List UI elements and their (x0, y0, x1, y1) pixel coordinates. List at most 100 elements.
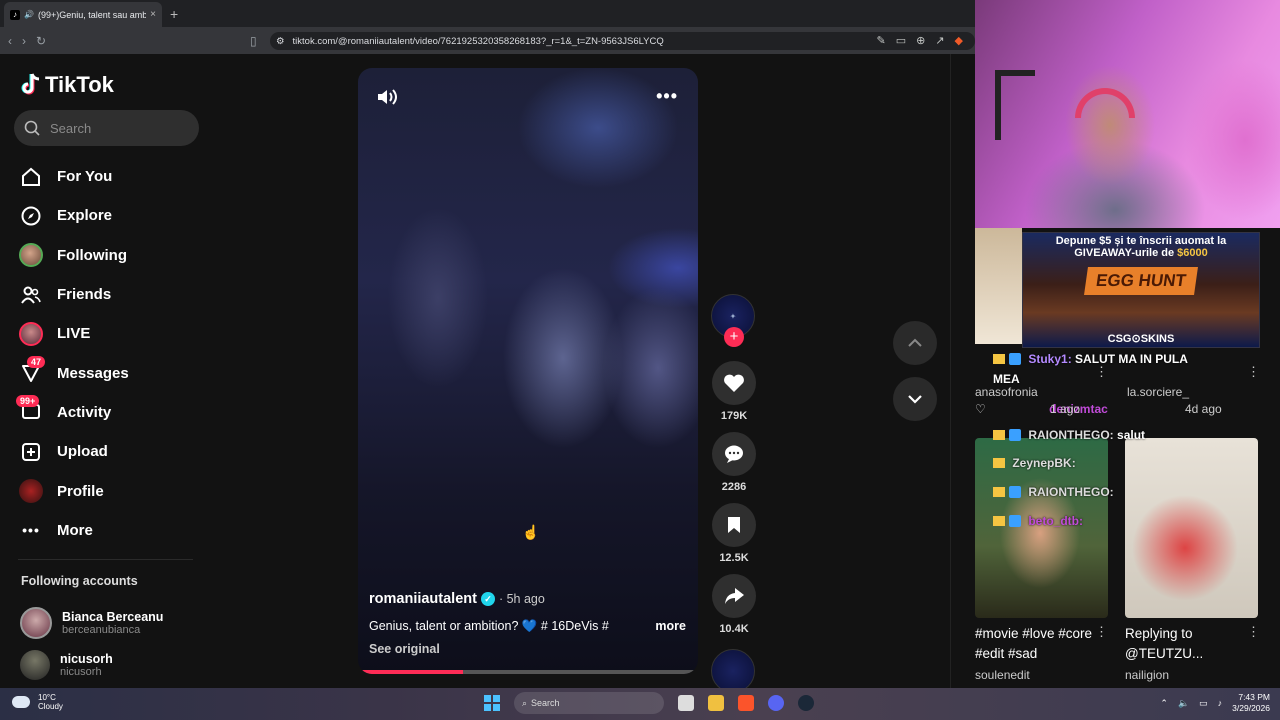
nav-friends[interactable]: Friends (18, 275, 208, 314)
discord-icon[interactable] (768, 695, 784, 711)
reload-icon[interactable]: ↻ (36, 34, 46, 48)
following-account[interactable]: nicusorh nicusorh (20, 644, 163, 686)
follow-plus-button[interactable]: + (724, 327, 744, 347)
steam-icon[interactable] (798, 695, 814, 711)
nav-label: Explore (57, 207, 113, 225)
chat-text: SALUT MA IN PULA (1075, 352, 1188, 366)
hand-cursor-icon: ☝ (522, 524, 540, 540)
forward-icon[interactable]: › (22, 34, 26, 48)
heart-outline-icon[interactable]: ♡ (975, 402, 986, 416)
feed-thumbnail[interactable] (1125, 438, 1258, 618)
feed-user[interactable]: la.sorciere_ (1127, 385, 1189, 399)
nav-activity[interactable]: 99+ Activity (16, 393, 208, 432)
windows-start-icon[interactable] (484, 695, 500, 711)
more-options-icon[interactable]: ⋮ (1247, 624, 1260, 640)
translate-icon[interactable]: ✎ (876, 34, 885, 47)
nav-live[interactable]: LIVE (18, 314, 208, 353)
microphone-arm-icon (995, 70, 1035, 140)
address-bar[interactable]: ⚙ tiktok.com/@romaniiautalent/video/7621… (270, 32, 975, 50)
feed-caption[interactable]: #movie #love #core #edit #sad (975, 624, 1100, 664)
new-tab-button[interactable]: + (170, 2, 178, 27)
tiktok-logo[interactable]: TikTok (21, 72, 114, 98)
sub-badge-icon (1009, 515, 1021, 527)
more-options-icon[interactable]: ⋮ (1247, 364, 1260, 380)
avatar-logo-icon: ✦ (729, 311, 737, 321)
file-explorer-icon[interactable] (708, 695, 724, 711)
feed-user[interactable]: soulenedit (975, 668, 1030, 682)
browser-tab[interactable]: ♪ 🔊 (99+)Geniu, talent sau ambiț × (4, 2, 162, 27)
like-count: 179K (720, 410, 748, 422)
tab-close-icon[interactable]: × (150, 9, 156, 20)
brave-shield-icon[interactable]: ◆ (955, 34, 963, 47)
chat-message: RAIONTHEGO: salut (993, 428, 1145, 442)
network-icon[interactable]: ▭ (1199, 698, 1208, 709)
clock[interactable]: 7:43 PM 3/29/2026 (1232, 692, 1270, 714)
task-view-icon[interactable] (678, 695, 694, 711)
search-input[interactable]: Search (14, 110, 199, 146)
feed-like-row: ♡ denizmtac (975, 402, 1108, 416)
share-button[interactable] (712, 574, 756, 618)
video-actions: ✦ + 179K 2286 12.5K 10.4K (711, 294, 757, 693)
nav-label: Messages (57, 364, 129, 382)
nav-profile[interactable]: Profile (18, 471, 208, 510)
tray-chevron-icon[interactable]: ⌃ (1160, 698, 1168, 709)
account-handle: berceanubianca (62, 624, 141, 636)
zoom-icon[interactable]: ⊕ (916, 34, 925, 47)
nav-following[interactable]: Following (18, 236, 208, 275)
nav-messages[interactable]: 47 Messages (18, 353, 208, 392)
account-name: Bianca Berceanu (62, 610, 164, 624)
comment-button[interactable] (712, 432, 756, 476)
bookmark-icon (728, 517, 740, 533)
more-options-icon[interactable]: ••• (656, 86, 678, 107)
caption-more-button[interactable]: more (655, 619, 686, 634)
site-info-icon[interactable]: ⚙ (276, 36, 285, 47)
next-video-button[interactable] (893, 377, 937, 421)
previous-video-button[interactable] (893, 321, 937, 365)
toolbar-icons: ✎ ▭ ⊕ ↗ ◆ (876, 34, 963, 47)
activity-icon: 99+ (16, 395, 44, 425)
cast-icon[interactable]: ▭ (896, 34, 906, 47)
bookmark-icon[interactable]: ▯ (250, 34, 257, 48)
feed-user[interactable]: anasofronia (975, 385, 1038, 399)
feed-caption[interactable]: Replying to @TEUTZU... (1125, 624, 1235, 664)
nav-explore[interactable]: Explore (18, 196, 208, 235)
see-original-button[interactable]: See original (369, 642, 686, 656)
nav-for-you[interactable]: For You (18, 157, 208, 196)
back-icon[interactable]: ‹ (8, 34, 12, 48)
nav-more[interactable]: ••• More (18, 511, 208, 550)
friends-icon (18, 282, 44, 308)
activity-badge: 99+ (16, 395, 40, 408)
more-icon: ••• (22, 522, 40, 539)
share-count: 10.4K (719, 623, 749, 635)
home-icon (18, 164, 44, 190)
taskbar-search[interactable]: ⌕ Search (514, 692, 664, 714)
save-action: 12.5K (711, 503, 757, 564)
share-icon[interactable]: ↗ (935, 34, 944, 47)
video-player[interactable]: ••• romaniiautalent ✓ · 5h ago Genius, t… (358, 68, 698, 674)
sub-badge-icon (1009, 429, 1021, 441)
volume-icon[interactable] (376, 88, 398, 106)
like-button[interactable] (712, 361, 756, 405)
chat-message: ZeynepBK: (993, 456, 1076, 470)
more-options-icon[interactable]: ⋮ (1095, 364, 1108, 380)
volume-tray-icon[interactable]: 🔈 (1178, 698, 1189, 709)
video-username[interactable]: romaniiautalent (369, 591, 477, 607)
more-options-icon[interactable]: ⋮ (1095, 624, 1108, 640)
save-button[interactable] (712, 503, 756, 547)
nav-label: Following (57, 246, 127, 264)
brave-browser-icon[interactable] (738, 695, 754, 711)
messages-badge: 47 (27, 356, 46, 369)
speaker-tray-icon[interactable]: ♪ (1218, 698, 1223, 708)
weather-widget[interactable]: 10°C Cloudy (12, 693, 63, 711)
video-progress-bar[interactable] (358, 670, 698, 674)
sound-disc-avatar[interactable] (711, 649, 755, 693)
following-account[interactable]: Bianca Berceanu berceanubianca (20, 602, 163, 644)
video-progress-fill (358, 670, 464, 674)
nav-upload[interactable]: Upload (18, 432, 208, 471)
feed-user[interactable]: nailigion (1125, 668, 1169, 682)
clock-date: 3/29/2026 (1232, 703, 1270, 713)
video-info: romaniiautalent ✓ · 5h ago Genius, talen… (369, 591, 686, 656)
sidebar-divider (18, 559, 193, 560)
creator-avatar[interactable]: ✦ + (711, 294, 755, 347)
crown-badge-icon (993, 458, 1005, 468)
